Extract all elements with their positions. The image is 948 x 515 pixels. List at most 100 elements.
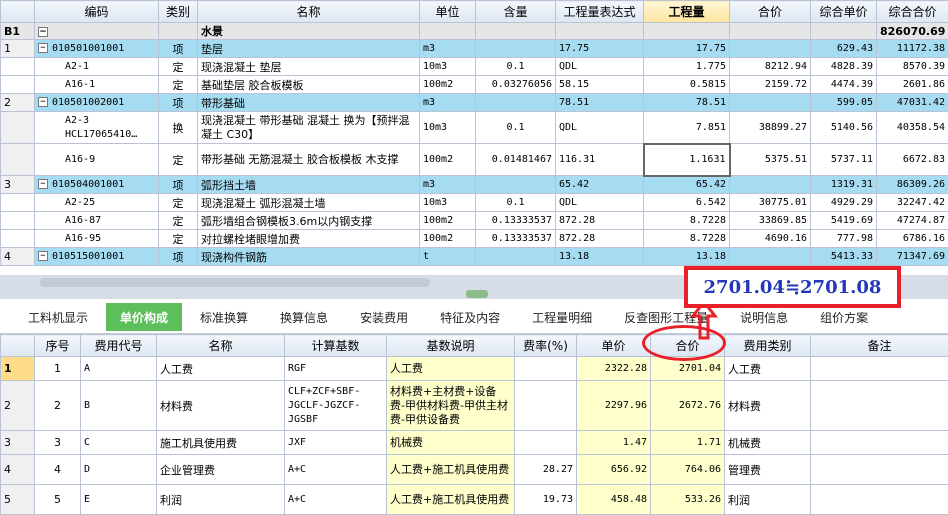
quota-row[interactable]: A2-1定现浇混凝土 垫层10m30.1QDL1.7758212.944828.… (1, 58, 948, 76)
cell-expr[interactable]: QDL (556, 58, 644, 76)
cell-unit[interactable]: 10m3 (420, 58, 476, 76)
cell-sum[interactable]: 71347.69 (877, 248, 948, 266)
cell-total[interactable]: 533.26 (651, 485, 725, 515)
cell-code[interactable]: A16-9 (35, 144, 159, 176)
col-expression[interactable]: 工程量表达式 (556, 1, 644, 23)
bill-item-row[interactable]: 2−010501002001项带形基础m378.5178.51599.05470… (1, 94, 948, 112)
cell-sum[interactable]: 40358.54 (877, 112, 948, 144)
col-rownum[interactable] (1, 1, 35, 23)
cell-unit-price[interactable]: 5413.33 (811, 248, 877, 266)
collapse-toggle-icon[interactable]: − (38, 97, 48, 107)
cell-unit-price[interactable]: 599.05 (811, 94, 877, 112)
cell-name[interactable]: 弧形墙组合钢模板3.6m以内钢支撑 (198, 212, 420, 230)
cell-note[interactable] (811, 455, 948, 485)
cell-code[interactable]: A16-95 (35, 230, 159, 248)
cell-cat[interactable]: 项 (159, 94, 198, 112)
cell-unit[interactable]: 100m2 (420, 230, 476, 248)
cell-amount[interactable]: 13.18 (644, 248, 730, 266)
b-col-price[interactable]: 单价 (577, 335, 651, 357)
cell-amount[interactable]: 8.7228 (644, 230, 730, 248)
cell-code[interactable]: E (81, 485, 157, 515)
cell-code[interactable]: −010501002001 (35, 94, 159, 112)
cell-unit[interactable]: 100m2 (420, 212, 476, 230)
quota-row[interactable]: A16-9定带形基础 无筋混凝土 胶合板模板 木支撑100m20.0148146… (1, 144, 948, 176)
cell-rate[interactable]: 19.73 (515, 485, 577, 515)
cell-qty[interactable]: 0.1 (476, 194, 556, 212)
cell-code[interactable]: A2-3 HCL17065410… (35, 112, 159, 144)
cell-qty[interactable]: 0.1 (476, 112, 556, 144)
cell-code[interactable]: D (81, 455, 157, 485)
cell-code[interactable]: A2-1 (35, 58, 159, 76)
cell-name[interactable]: 利润 (157, 485, 285, 515)
quota-row[interactable]: A16-1定基础垫层 胶合板模板100m20.0327605658.150.58… (1, 76, 948, 94)
cell-total-price[interactable] (730, 94, 811, 112)
cell-qty[interactable] (476, 40, 556, 58)
quota-row[interactable]: A16-95定对拉螺栓堵眼增加费100m20.13333537872.288.7… (1, 230, 948, 248)
cell-total-price[interactable] (730, 248, 811, 266)
cell-expr[interactable]: QDL (556, 112, 644, 144)
cell-unit[interactable]: 100m2 (420, 144, 476, 176)
cell-amount[interactable]: 6.542 (644, 194, 730, 212)
cell-total-price[interactable]: 2159.72 (730, 76, 811, 94)
cell-unit-price[interactable]: 629.43 (811, 40, 877, 58)
col-name[interactable]: 名称 (198, 1, 420, 23)
cell-price[interactable]: 656.92 (577, 455, 651, 485)
cell-price[interactable]: 1.47 (577, 431, 651, 455)
cell-total-price[interactable]: 5375.51 (730, 144, 811, 176)
cell-qty[interactable]: 0.13333537 (476, 230, 556, 248)
b-col-rownum[interactable] (1, 335, 35, 357)
cell-code[interactable]: −010504001001 (35, 176, 159, 194)
cell-rate[interactable] (515, 357, 577, 381)
quota-row[interactable]: A16-87定弧形墙组合钢模板3.6m以内钢支撑100m20.133335378… (1, 212, 948, 230)
cell-total[interactable]: 2672.76 (651, 381, 725, 431)
cell-total-price[interactable] (730, 176, 811, 194)
cell-total[interactable]: 764.06 (651, 455, 725, 485)
cell-sum[interactable]: 8570.39 (877, 58, 948, 76)
cell-base[interactable]: JXF (285, 431, 387, 455)
col-unit-price[interactable]: 综合单价 (811, 1, 877, 23)
collapse-toggle-icon[interactable]: − (38, 43, 48, 53)
col-unit[interactable]: 单位 (420, 1, 476, 23)
cell-total-price[interactable]: 30775.01 (730, 194, 811, 212)
col-quantity[interactable]: 工程量 (644, 1, 730, 23)
col-category[interactable]: 类别 (159, 1, 198, 23)
cell-expr[interactable]: 13.18 (556, 248, 644, 266)
cell-expr[interactable]: 58.15 (556, 76, 644, 94)
cost-row[interactable]: 11A人工费RGF人工费2322.282701.04人工费 (1, 357, 948, 381)
tab-2[interactable]: 单价构成 (106, 303, 182, 331)
cell-desc[interactable]: 材料费+主材费+设备费-甲供材料费-甲供主材费-甲供设备费 (387, 381, 515, 431)
b-col-note[interactable]: 备注 (811, 335, 948, 357)
section-row[interactable]: B1 − 水景 826070.69 (1, 23, 948, 40)
cell-amount[interactable]: 7.851 (644, 112, 730, 144)
cell-cat[interactable]: 定 (159, 76, 198, 94)
cell-amount[interactable]: 8.7228 (644, 212, 730, 230)
cell-unit-price[interactable]: 5737.11 (811, 144, 877, 176)
cell-sum[interactable]: 6786.16 (877, 230, 948, 248)
cell-seq[interactable]: 4 (35, 455, 81, 485)
col-code[interactable]: 编码 (35, 1, 159, 23)
cell-cat[interactable]: 项 (159, 176, 198, 194)
cell-sum[interactable]: 47274.87 (877, 212, 948, 230)
b-col-seq[interactable]: 序号 (35, 335, 81, 357)
cell-name[interactable]: 带形基础 (198, 94, 420, 112)
cell-base[interactable]: A+C (285, 485, 387, 515)
bill-item-row[interactable]: 4−010515001001项现浇构件钢筋t13.1813.185413.337… (1, 248, 948, 266)
cell-name[interactable]: 企业管理费 (157, 455, 285, 485)
cell-code[interactable]: −010515001001 (35, 248, 159, 266)
cell-rate[interactable] (515, 381, 577, 431)
cell-unit[interactable]: m3 (420, 176, 476, 194)
cell-sum[interactable]: 32247.42 (877, 194, 948, 212)
cell-type[interactable]: 人工费 (725, 357, 811, 381)
cell-expr[interactable]: 17.75 (556, 40, 644, 58)
col-total-price[interactable]: 合价 (730, 1, 811, 23)
cell-unit-price[interactable]: 5419.69 (811, 212, 877, 230)
cell-expr[interactable]: QDL (556, 194, 644, 212)
cell-desc[interactable]: 机械费 (387, 431, 515, 455)
cell-total-price[interactable]: 8212.94 (730, 58, 811, 76)
b-col-type[interactable]: 费用类别 (725, 335, 811, 357)
quota-row[interactable]: A2-25定现浇混凝土 弧形混凝土墙10m30.1QDL6.54230775.0… (1, 194, 948, 212)
cell-cat[interactable]: 定 (159, 58, 198, 76)
cell-name[interactable]: 人工费 (157, 357, 285, 381)
col-content[interactable]: 含量 (476, 1, 556, 23)
cell-name[interactable]: 对拉螺栓堵眼增加费 (198, 230, 420, 248)
